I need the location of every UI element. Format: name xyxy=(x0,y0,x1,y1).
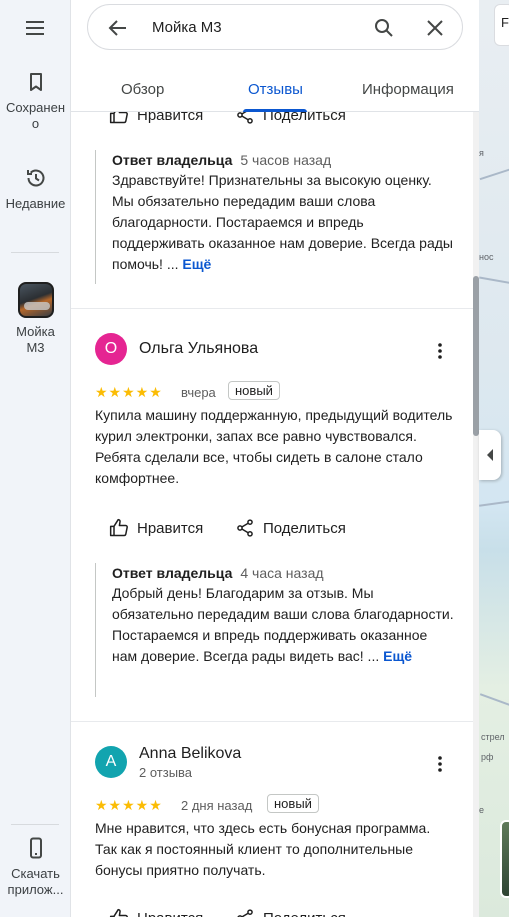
share-label: Поделиться xyxy=(263,520,346,537)
back-arrow-icon[interactable] xyxy=(106,16,130,40)
share-icon xyxy=(237,519,253,537)
map-label: стрел xyxy=(481,732,505,742)
review-time: 2 дня назад xyxy=(181,798,253,813)
owner-reply-label: Ответ владельца xyxy=(112,565,233,581)
rail-divider-bottom xyxy=(11,824,59,825)
rail-saved-button[interactable]: Сохранено xyxy=(0,70,71,132)
owner-reply-header: Ответ владельца 4 часа назад xyxy=(112,563,455,583)
bookmark-icon xyxy=(29,73,42,91)
place-panel: Нравится Поделиться Ответ владельца 5 час… xyxy=(71,0,479,917)
more-link[interactable]: Ещё xyxy=(182,256,211,272)
reviewer-review-count[interactable]: 2 отзыва xyxy=(139,765,192,780)
review-text: Купила машину поддержанную, предыдущий в… xyxy=(95,407,453,486)
avatar[interactable]: О xyxy=(95,333,127,365)
more-link[interactable]: Ещё xyxy=(383,648,412,664)
rail-place-button[interactable]: Мойка М3 xyxy=(0,282,71,356)
thumb-up-icon xyxy=(109,518,128,537)
review-separator xyxy=(71,721,473,722)
owner-reply-time: 4 часа назад xyxy=(240,565,324,581)
rail-saved-label: Сохранено xyxy=(5,100,66,131)
avatar[interactable]: A xyxy=(95,746,127,778)
rail-recent-label: Недавние xyxy=(5,196,66,211)
search-icon[interactable] xyxy=(372,16,396,40)
owner-reply-body: Здравствуйте! Признательны за высокую оц… xyxy=(112,172,453,272)
map-label: е xyxy=(479,805,485,815)
new-badge: новый xyxy=(267,794,319,813)
like-label: Нравится xyxy=(137,910,203,917)
owner-reply-label: Ответ владельца xyxy=(112,152,233,168)
owner-reply-text: Добрый день! Благодарим за отзыв. Мы обя… xyxy=(112,583,455,667)
reviewer-name[interactable]: Ольга Ульянова xyxy=(139,340,258,358)
owner-reply-header: Ответ владельца 5 часов назад xyxy=(112,150,455,170)
star-rating: ★★★★★ xyxy=(95,797,163,813)
reviews-list[interactable]: Нравится Поделиться Ответ владельца 5 час… xyxy=(71,0,473,917)
review-separator xyxy=(71,308,473,309)
map-label: я xyxy=(479,148,484,158)
tab-bar: Обзор Отзывы Информация xyxy=(71,70,479,112)
tab-reviews[interactable]: Отзывы xyxy=(248,81,303,98)
reviewer-name[interactable]: Anna Belikova xyxy=(139,745,241,763)
phone-icon xyxy=(29,837,42,859)
collapse-panel-button[interactable] xyxy=(479,430,501,480)
map-chip-button[interactable]: F xyxy=(494,4,509,46)
map-label: рф xyxy=(481,752,494,762)
rail-divider xyxy=(11,252,59,253)
more-options-icon[interactable] xyxy=(428,752,452,776)
share-icon xyxy=(237,909,253,917)
like-label: Нравится xyxy=(137,520,204,537)
review-time: вчера xyxy=(181,385,216,400)
rail-place-label: Мойка М3 xyxy=(16,324,55,355)
owner-reply-text: Здравствуйте! Признательны за высокую оц… xyxy=(112,170,455,275)
owner-reply: Ответ владельца 5 часов назад Здравствуйт… xyxy=(95,150,455,284)
more-options-icon[interactable] xyxy=(428,339,452,363)
close-icon[interactable] xyxy=(423,16,447,40)
chevron-left-icon xyxy=(487,449,493,461)
owner-reply-time: 5 часов назад xyxy=(240,152,332,168)
rail-download-app-button[interactable]: Скачать прилож... xyxy=(0,836,71,898)
star-rating: ★★★★★ xyxy=(95,384,163,400)
map-photo-thumbnail[interactable] xyxy=(500,820,509,898)
owner-reply: Ответ владельца 4 часа назад Добрый день!… xyxy=(95,563,455,697)
review-text: Мне нравится, что здесь есть бонусная пр… xyxy=(95,820,431,878)
history-icon xyxy=(26,169,44,187)
left-rail: Сохранено Недавние Мойка М3 Скачать прил… xyxy=(0,0,71,917)
menu-icon[interactable] xyxy=(23,16,47,40)
tab-info[interactable]: Информация xyxy=(362,81,454,98)
rail-recent-button[interactable]: Недавние xyxy=(0,166,71,212)
share-label: Поделиться xyxy=(263,910,346,917)
tab-overview[interactable]: Обзор xyxy=(121,81,164,98)
new-badge: новый xyxy=(228,381,280,400)
rail-download-label: Скачать прилож... xyxy=(7,866,64,897)
search-input[interactable]: Мойка М3 xyxy=(152,19,222,36)
thumb-up-icon xyxy=(109,908,128,917)
map-label: нос xyxy=(479,252,494,262)
search-box[interactable]: Мойка М3 xyxy=(87,4,463,50)
place-thumbnail xyxy=(17,282,54,318)
active-tab-indicator xyxy=(243,109,307,112)
